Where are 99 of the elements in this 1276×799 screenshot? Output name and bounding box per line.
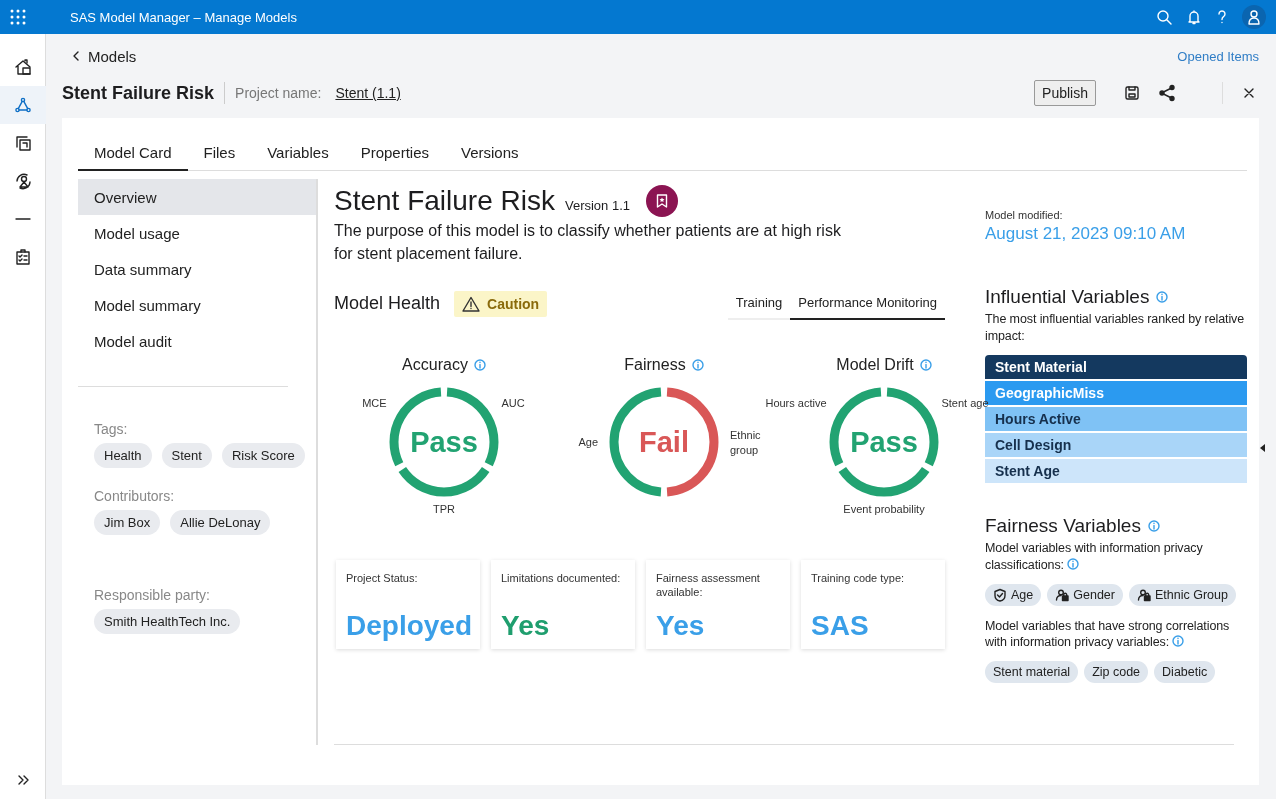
opened-items-link[interactable]: Opened Items bbox=[1177, 48, 1259, 64]
segment-label: TPR bbox=[433, 502, 455, 517]
bookmark-star-badge-icon bbox=[646, 185, 678, 217]
tab[interactable]: Model Card bbox=[78, 136, 188, 171]
gauge-title: Model Drift bbox=[836, 356, 914, 375]
save-icon[interactable] bbox=[1124, 85, 1140, 101]
project-link[interactable]: Stent (1.1) bbox=[335, 85, 401, 101]
stat-label: Training code type: bbox=[811, 572, 906, 586]
help-icon[interactable] bbox=[1216, 9, 1228, 25]
stat-value: Yes bbox=[501, 610, 551, 642]
gauge-title: Accuracy bbox=[402, 356, 468, 375]
section-item[interactable]: Model summary bbox=[78, 287, 316, 323]
person-lock-icon bbox=[1136, 587, 1151, 602]
close-icon[interactable] bbox=[1243, 87, 1255, 99]
tag-chip: Stent bbox=[161, 443, 212, 468]
person-lock-icon bbox=[1055, 587, 1070, 602]
section-description: Model variables that have strong correlations with information privacy variables: bbox=[985, 617, 1231, 652]
section-item[interactable]: Model usage bbox=[78, 215, 316, 251]
privacy-variable-chip: Gender bbox=[1047, 583, 1123, 606]
stat-label: Fairness assessment available: bbox=[656, 572, 761, 599]
app-title: SAS Model Manager – Manage Models bbox=[70, 9, 298, 25]
segment-label: Ethnic group bbox=[730, 428, 762, 457]
home-icon bbox=[13, 58, 32, 76]
section-description: The most influential variables ranked by relative impact: bbox=[985, 311, 1246, 345]
section-description: Model variables with information privacy classifications: bbox=[985, 539, 1204, 574]
info-icon bbox=[691, 359, 704, 372]
info-icon bbox=[1147, 519, 1160, 532]
view-tab[interactable]: Performance Monitoring bbox=[790, 287, 945, 321]
app-grid-icon[interactable] bbox=[10, 9, 26, 25]
clipboard-icon bbox=[13, 248, 32, 266]
version-label: Version 1.1 bbox=[564, 197, 630, 213]
nodes-icon bbox=[13, 96, 32, 114]
back-link[interactable]: Models bbox=[72, 47, 137, 65]
stat-value: SAS bbox=[811, 610, 870, 642]
stat-label: Limitations documented: bbox=[501, 572, 622, 586]
influential-variable: Stent Age bbox=[985, 458, 1247, 483]
tag-chip: Health bbox=[94, 443, 152, 468]
influential-variable: Cell Design bbox=[985, 432, 1247, 457]
correlated-variable-chip: Diabetic bbox=[1154, 661, 1216, 684]
tab[interactable]: Versions bbox=[445, 136, 535, 171]
chevron-icon bbox=[72, 50, 80, 62]
view-tab[interactable]: Training bbox=[727, 287, 791, 321]
party-chip: Smith HealthTech Inc. bbox=[94, 609, 241, 634]
gauge-title: Fairness bbox=[624, 356, 686, 375]
project-label: Project name: bbox=[235, 85, 322, 101]
segment-label: AUC bbox=[501, 396, 525, 411]
influential-variable: Hours Active bbox=[985, 406, 1247, 431]
model-title: Stent Failure Risk bbox=[62, 82, 215, 104]
group-label: Responsible party: bbox=[94, 587, 211, 603]
model-description: The purpose of this model is to classify whether patients are at high risk for stent placement failure. bbox=[334, 221, 842, 265]
section-heading: Fairness Variables bbox=[985, 514, 1141, 537]
influential-variable: Stent Material bbox=[985, 354, 1247, 379]
person-cycle-icon bbox=[13, 172, 32, 190]
correlated-variable-chip: Stent material bbox=[985, 661, 1079, 684]
stat-value: Deployed bbox=[346, 610, 470, 642]
dash-icon bbox=[14, 218, 31, 220]
segment-label: Event probability bbox=[843, 502, 925, 517]
segment-label: Hours active bbox=[765, 396, 827, 411]
group-label: Contributors: bbox=[94, 488, 176, 504]
stat-value: Yes bbox=[656, 610, 706, 642]
segment-label: Age bbox=[577, 435, 598, 450]
warning-icon bbox=[462, 295, 481, 312]
info-icon bbox=[919, 359, 932, 372]
tab[interactable]: Properties bbox=[344, 136, 445, 171]
privacy-variable-chip: Age bbox=[985, 583, 1042, 606]
publish-button[interactable]: Publish bbox=[1034, 80, 1096, 106]
section-item[interactable]: Overview bbox=[78, 179, 316, 215]
gauge-result: Pass bbox=[410, 425, 478, 459]
modified-date: August 21, 2023 09:10 AM bbox=[985, 224, 1187, 244]
segment-label: MCE bbox=[362, 396, 387, 411]
tab[interactable]: Variables bbox=[251, 136, 345, 171]
gauge-result: Fail bbox=[639, 425, 689, 459]
tab[interactable]: Files bbox=[187, 136, 252, 171]
search-icon[interactable] bbox=[1156, 9, 1172, 25]
info-icon bbox=[1172, 635, 1185, 648]
section-heading: Model Health bbox=[334, 293, 441, 315]
correlated-variable-chip: Zip code bbox=[1084, 661, 1149, 684]
info-icon bbox=[1067, 557, 1080, 570]
person-icon bbox=[1247, 9, 1261, 25]
avatar[interactable] bbox=[1242, 5, 1266, 29]
contributor-chip: Allie DeLonay bbox=[170, 510, 271, 535]
caution-badge: Caution bbox=[454, 290, 548, 317]
section-heading: Influential Variables bbox=[985, 286, 1150, 308]
share-icon[interactable] bbox=[1158, 84, 1176, 102]
overview-title: Stent Failure Risk bbox=[334, 185, 555, 217]
section-item[interactable]: Model audit bbox=[78, 323, 316, 359]
tag-chip: Risk Score bbox=[221, 443, 305, 468]
group-label: Tags: bbox=[94, 421, 129, 437]
contributor-chip: Jim Box bbox=[94, 510, 161, 535]
info-icon bbox=[1156, 291, 1169, 303]
section-item[interactable]: Data summary bbox=[78, 251, 316, 287]
stacked-pages-icon bbox=[13, 134, 32, 152]
privacy-variable-chip: Ethnic Group bbox=[1128, 583, 1236, 606]
info-icon bbox=[473, 359, 486, 372]
shield-check-icon bbox=[993, 587, 1007, 602]
modified-label: Model modified: bbox=[985, 209, 1064, 221]
bell-icon[interactable] bbox=[1186, 9, 1202, 25]
stat-label: Project Status: bbox=[346, 572, 419, 586]
gauge-result: Pass bbox=[850, 425, 918, 459]
